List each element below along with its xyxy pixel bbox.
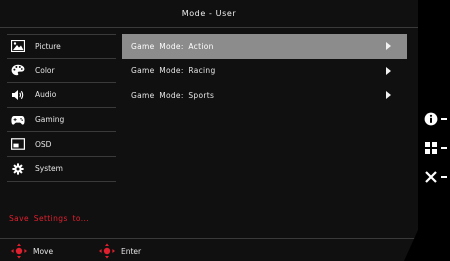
mode-list: Game Mode: Action Game Mode: Racing Game… bbox=[122, 34, 407, 108]
dpad-move-icon bbox=[11, 243, 27, 259]
hotkey-column bbox=[420, 0, 450, 261]
enter-hint: Enter bbox=[98, 243, 141, 259]
sidebar-item-label: Color bbox=[35, 65, 55, 75]
chevron-right-icon bbox=[386, 42, 391, 50]
sidebar-item-label: Gaming bbox=[35, 115, 65, 125]
list-item-label: Game Mode: Racing bbox=[131, 66, 216, 76]
enter-label: Enter bbox=[121, 246, 142, 256]
divider bbox=[0, 27, 418, 28]
list-item-label: Game Mode: Sports bbox=[131, 90, 215, 100]
chevron-right-icon bbox=[386, 91, 391, 100]
info-icon bbox=[424, 112, 438, 126]
osd-panel: Mode - User Picture Color Audio Gaming O… bbox=[0, 0, 418, 261]
dpad-enter-icon bbox=[99, 243, 115, 259]
sidebar-item-system[interactable]: System bbox=[7, 157, 116, 182]
save-settings-link[interactable]: Save Settings to... bbox=[9, 214, 89, 223]
page-title: Mode - User bbox=[181, 9, 237, 18]
menu-grid-icon bbox=[425, 142, 437, 154]
close-icon bbox=[425, 171, 437, 183]
move-hint: Move bbox=[10, 243, 53, 259]
sidebar-item-label: Picture bbox=[35, 41, 61, 51]
list-item-action[interactable]: Game Mode: Action bbox=[122, 34, 407, 59]
palette-icon bbox=[10, 64, 26, 76]
dash-icon bbox=[441, 118, 447, 120]
divider bbox=[0, 238, 418, 239]
list-item-racing[interactable]: Game Mode: Racing bbox=[122, 59, 407, 84]
sidebar-item-label: Audio bbox=[35, 90, 57, 100]
picture-icon bbox=[10, 40, 26, 53]
gamepad-icon bbox=[10, 114, 26, 126]
chevron-right-icon bbox=[386, 66, 391, 75]
move-label: Move bbox=[33, 246, 54, 256]
osd-icon bbox=[10, 138, 26, 150]
sidebar-item-gaming[interactable]: Gaming bbox=[7, 108, 116, 133]
sidebar-item-label: System bbox=[35, 164, 63, 174]
menu-hotkey[interactable] bbox=[424, 141, 450, 155]
sidebar-item-osd[interactable]: OSD bbox=[7, 132, 116, 157]
sidebar: Picture Color Audio Gaming OSD System bbox=[7, 34, 116, 182]
list-item-label: Game Mode: Action bbox=[131, 41, 214, 51]
close-hotkey[interactable] bbox=[424, 170, 450, 184]
sidebar-item-picture[interactable]: Picture bbox=[7, 34, 116, 59]
dash-icon bbox=[441, 176, 447, 178]
sidebar-item-audio[interactable]: Audio bbox=[7, 83, 116, 108]
info-hotkey[interactable] bbox=[424, 112, 450, 126]
sidebar-item-color[interactable]: Color bbox=[7, 59, 116, 84]
sidebar-item-label: OSD bbox=[35, 139, 52, 149]
list-item-sports[interactable]: Game Mode: Sports bbox=[122, 83, 407, 108]
dash-icon bbox=[441, 147, 447, 149]
gear-icon bbox=[10, 163, 26, 175]
speaker-icon bbox=[10, 89, 26, 101]
